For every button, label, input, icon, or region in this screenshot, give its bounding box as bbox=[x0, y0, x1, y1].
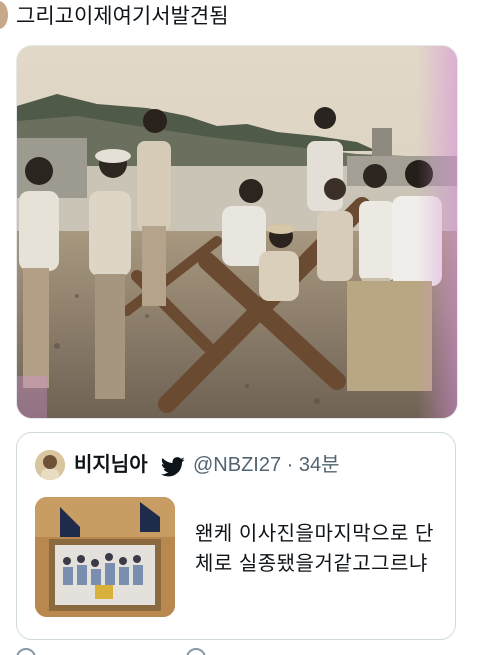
quoted-handle-and-time[interactable]: @NBZI27 · 34분 bbox=[193, 452, 340, 478]
twitter-bird-icon bbox=[161, 457, 185, 477]
tweet-text: 그리고이제여기서발견됨 bbox=[16, 5, 229, 28]
quoted-photo-illustration bbox=[35, 497, 175, 617]
retweet-icon[interactable] bbox=[186, 648, 206, 655]
action-bar-partial bbox=[16, 648, 464, 655]
group-photo-illustration bbox=[17, 46, 457, 418]
quoted-tweet-text: 왠케 이사진을마지막으로 단체로 실종됐을거같고그르냐 bbox=[195, 523, 434, 575]
reply-icon[interactable] bbox=[16, 648, 36, 655]
quoted-tweet-card[interactable]: 비지님아 @NBZI27 · 34분 왠케 이사진을마지막으로 단체로 실종됐을… bbox=[16, 432, 456, 640]
tweet-photo[interactable] bbox=[16, 45, 458, 419]
author-avatar[interactable] bbox=[0, 1, 8, 29]
quoted-author-avatar[interactable] bbox=[35, 450, 65, 480]
quoted-display-name[interactable]: 비지님아 bbox=[74, 452, 148, 478]
avatar-image bbox=[35, 450, 65, 480]
quoted-tweet-photo[interactable] bbox=[35, 497, 175, 617]
